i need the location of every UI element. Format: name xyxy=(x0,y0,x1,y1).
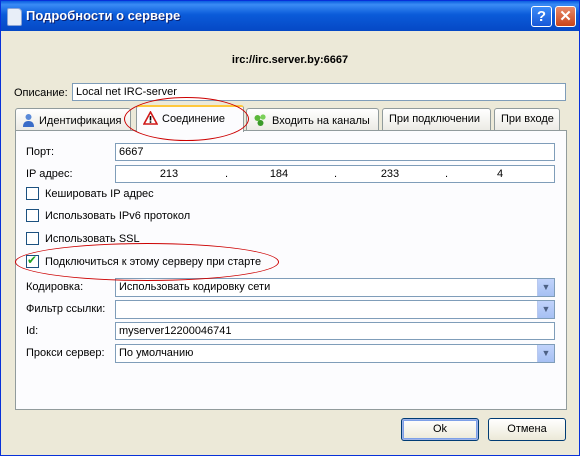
link-filter-select[interactable]: ▼ xyxy=(115,300,555,319)
document-icon xyxy=(7,8,22,26)
proxy-value: По умолчанию xyxy=(119,347,194,359)
chevron-down-icon[interactable]: ▼ xyxy=(537,345,554,362)
tab-join-channels[interactable]: Входить на каналы xyxy=(246,108,379,130)
port-label: Порт: xyxy=(26,146,54,158)
channels-icon xyxy=(254,114,266,126)
ip-octet: 233 xyxy=(380,168,400,180)
description-label: Описание: xyxy=(14,87,68,99)
warning-icon xyxy=(143,111,158,125)
ip-octet: 4 xyxy=(496,168,504,180)
id-label: Id: xyxy=(26,325,39,337)
proxy-label: Прокси сервер: xyxy=(26,347,105,359)
checkbox-label: Подключиться к этому серверу при старте xyxy=(45,256,262,268)
chevron-down-icon[interactable]: ▼ xyxy=(537,301,554,318)
chevron-down-icon[interactable]: ▼ xyxy=(537,279,554,296)
ip-label: IP адрес: xyxy=(26,168,73,180)
help-button[interactable]: ? xyxy=(531,6,552,27)
encoding-value: Использовать кодировку сети xyxy=(119,281,271,293)
ip-address-field[interactable]: 213 . 184 . 233 . 4 xyxy=(115,165,555,183)
tab-label: Соединение xyxy=(162,113,226,125)
tab-connection[interactable]: Соединение xyxy=(136,105,244,132)
description-field[interactable]: Local net IRC-server xyxy=(72,83,566,101)
title-bar[interactable]: Подробности о сервере ? ✕ xyxy=(1,1,579,31)
tab-label: При входе xyxy=(501,113,554,125)
checkbox-box[interactable] xyxy=(26,209,39,222)
person-icon xyxy=(23,114,34,127)
ip-dot: . xyxy=(334,168,338,180)
encoding-label: Кодировка: xyxy=(26,281,84,293)
tab-identification[interactable]: Идентификация xyxy=(15,108,131,130)
ok-button[interactable]: Ok xyxy=(401,418,479,441)
window-title: Подробности о сервере xyxy=(26,8,181,23)
checkbox-label: Кешировать IP адрес xyxy=(45,188,154,200)
close-button[interactable]: ✕ xyxy=(555,6,576,27)
link-filter-label: Фильтр ссылки: xyxy=(26,303,106,315)
autoconnect-checkbox[interactable]: Подключиться к этому серверу при старте xyxy=(26,253,262,268)
checkbox-label: Использовать IPv6 протокол xyxy=(45,210,191,222)
tab-label: Входить на каналы xyxy=(272,115,370,127)
checkmark-icon[interactable] xyxy=(26,253,39,268)
tab-label: Идентификация xyxy=(39,115,122,127)
id-field[interactable]: myserver12200046741 xyxy=(115,322,555,340)
close-icon: ✕ xyxy=(559,8,572,25)
cache-ip-checkbox[interactable]: Кешировать IP адрес xyxy=(26,187,154,200)
server-details-dialog: Подробности о сервере ? ✕ irc://irc.serv… xyxy=(0,0,580,456)
ssl-checkbox[interactable]: Использовать SSL xyxy=(26,232,140,245)
port-field[interactable]: 6667 xyxy=(115,143,555,161)
server-address: irc://irc.server.by:6667 xyxy=(231,54,349,66)
ip-octet: 184 xyxy=(269,168,289,180)
tab-on-enter[interactable]: При входе xyxy=(494,108,560,130)
proxy-select[interactable]: По умолчанию ▼ xyxy=(115,344,555,363)
tab-on-connect[interactable]: При подключении xyxy=(382,108,491,130)
checkbox-box[interactable] xyxy=(26,232,39,245)
checkbox-label: Использовать SSL xyxy=(45,233,140,245)
cancel-button[interactable]: Отмена xyxy=(488,418,566,441)
ipv6-checkbox[interactable]: Использовать IPv6 протокол xyxy=(26,209,190,222)
checkbox-box[interactable] xyxy=(26,187,39,200)
encoding-select[interactable]: Использовать кодировку сети ▼ xyxy=(115,278,555,297)
tab-label: При подключении xyxy=(389,113,481,125)
ip-octet: 213 xyxy=(159,168,179,180)
ip-dot: . xyxy=(225,168,229,180)
ip-dot: . xyxy=(445,168,449,180)
